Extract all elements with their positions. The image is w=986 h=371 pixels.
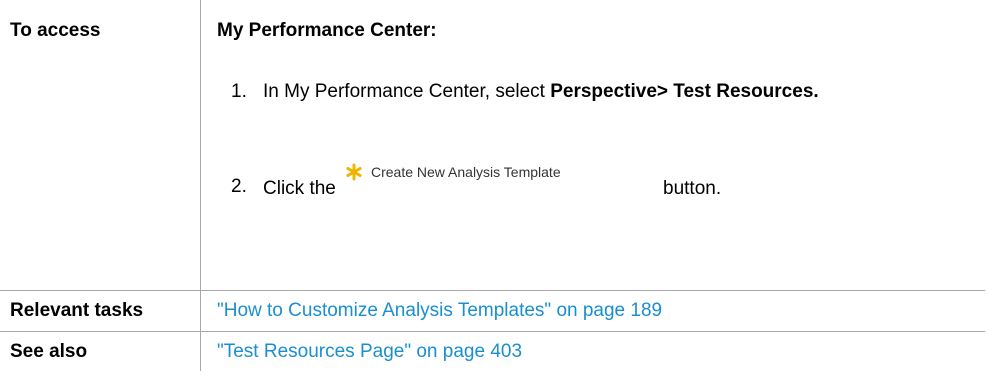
step-text: Click the	[263, 178, 336, 199]
table-row-relevant-tasks: Relevant tasks "How to Customize Analysi…	[0, 290, 985, 332]
info-table: To access My Performance Center: 1. In M…	[0, 0, 985, 371]
label-cell: Relevant tasks	[0, 290, 201, 332]
step-text: button.	[663, 178, 722, 199]
steps-list: 1. In My Performance Center, select Pers…	[201, 77, 985, 203]
button-label: Create New Analysis Template	[371, 164, 561, 180]
step-item-1: 1. In My Performance Center, select Pers…	[201, 77, 823, 107]
asterisk-icon	[346, 163, 362, 181]
create-new-analysis-template-button[interactable]: Create New Analysis Template	[345, 163, 561, 181]
label-cell: To access	[0, 0, 201, 291]
content-cell: My Performance Center: 1. In My Performa…	[200, 0, 985, 291]
label-cell: See also	[0, 331, 201, 371]
step-item-2: 2. Click the Create New Analysis Templat…	[201, 163, 985, 203]
how-to-customize-link[interactable]: "How to Customize Analysis Templates" on…	[201, 291, 985, 322]
menu-path: Perspective> Test Resources.	[550, 81, 819, 102]
row-label-see-also: See also	[10, 341, 88, 362]
row-label-to-access: To access	[10, 20, 101, 41]
content-cell: "Test Resources Page" on page 403	[200, 331, 985, 371]
row-label-relevant-tasks: Relevant tasks	[10, 300, 144, 321]
step-text: In My Performance Center, select	[263, 81, 551, 102]
section-title: My Performance Center:	[217, 20, 437, 41]
table-row-see-also: See also "Test Resources Page" on page 4…	[0, 331, 985, 371]
step-number: 1.	[231, 81, 247, 102]
content-cell: "How to Customize Analysis Templates" on…	[200, 290, 985, 332]
table-row-to-access: To access My Performance Center: 1. In M…	[0, 0, 985, 291]
test-resources-page-link[interactable]: "Test Resources Page" on page 403	[201, 332, 985, 363]
step-number: 2.	[231, 176, 247, 197]
